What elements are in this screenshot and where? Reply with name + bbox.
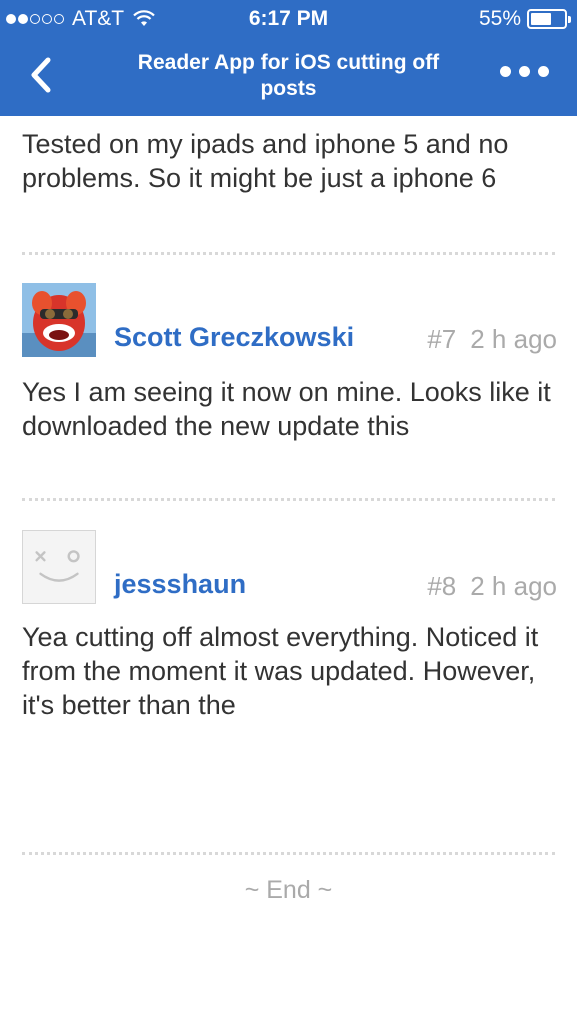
- post-time: 2 h ago: [470, 324, 557, 354]
- post-separator: [22, 252, 555, 255]
- post-meta: #8 2 h ago: [427, 571, 557, 602]
- post-time: 2 h ago: [470, 571, 557, 601]
- page-title: Reader App for iOS cutting off posts: [137, 51, 440, 100]
- status-bar: AT&T 6:17 PM 55%: [0, 0, 577, 38]
- post-number: #8: [427, 571, 457, 601]
- post-separator: [22, 498, 555, 501]
- battery-percent: 55%: [478, 7, 521, 30]
- more-dots-icon[interactable]: [492, 66, 549, 77]
- author-name[interactable]: Scott Greczkowski: [114, 322, 354, 353]
- post-body: Yea cutting off almost everything. Notic…: [22, 622, 539, 720]
- navigation-bar: AT&T 6:17 PM 55% Reader App for iOS cutt…: [0, 0, 577, 116]
- post-body: Tested on my ipads and iphone 5 and no p…: [22, 129, 509, 193]
- avatar[interactable]: [22, 283, 96, 357]
- post-body: Yes I am seeing it now on mine. Looks li…: [22, 377, 551, 441]
- author-name[interactable]: jessshaun: [114, 569, 246, 600]
- end-of-thread-label: ~ End ~: [244, 876, 333, 904]
- post-number: #7: [427, 324, 457, 354]
- post-meta: #7 2 h ago: [427, 324, 557, 355]
- post-separator: [22, 852, 555, 855]
- battery-icon: [527, 9, 571, 29]
- default-avatar-icon[interactable]: [22, 530, 96, 604]
- chevron-left-icon[interactable]: [26, 56, 56, 94]
